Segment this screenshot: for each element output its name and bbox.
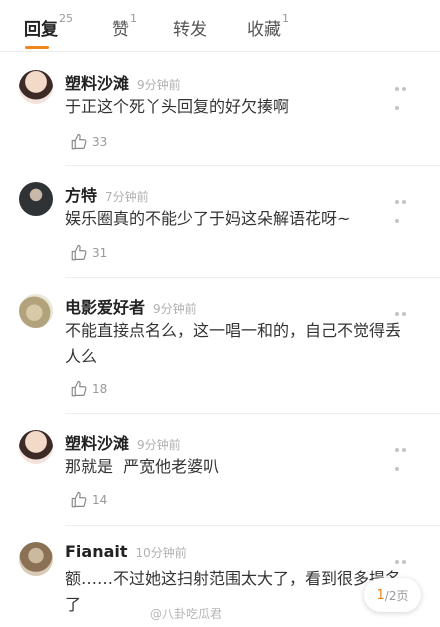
more-options-icon[interactable] <box>395 189 415 223</box>
comment-time: 9分钟前 <box>137 438 181 452</box>
more-options-icon[interactable] <box>395 549 415 583</box>
like-count: 18 <box>92 382 108 396</box>
comment-text: 不能直接点名么，这一唱一和的，自己不觉得丢人么 <box>65 321 402 366</box>
comment-item: 塑料沙滩 9分钟前 于正这个死丫头回复的好欠揍啊 33 <box>0 52 440 166</box>
comment-author[interactable]: Fianait 10分钟前 <box>65 542 187 561</box>
comment-item: 电影爱好者 9分钟前 不能直接点名么，这一唱一和的，自己不觉得丢人么 18 <box>0 278 440 414</box>
more-options-icon[interactable] <box>395 76 415 110</box>
author-name: 方特 <box>65 186 98 205</box>
tab-likes[interactable]: 赞1 <box>112 12 137 40</box>
tab-replies[interactable]: 回复25 <box>24 12 73 40</box>
thumbs-up-icon <box>71 380 87 397</box>
comment-text: 额……不过她这扫射范围太大了，看到很多提名了 <box>65 569 402 614</box>
user-avatar[interactable] <box>19 294 53 328</box>
author-name: 塑料沙滩 <box>65 434 130 453</box>
tab-count: 1 <box>130 12 137 25</box>
comment-author[interactable]: 塑料沙滩 9分钟前 <box>65 430 181 454</box>
watermark: @八卦吃瓜君 <box>150 607 223 621</box>
user-avatar[interactable] <box>19 182 53 216</box>
tab-favorites[interactable]: 收藏1 <box>247 12 289 40</box>
like-count: 33 <box>92 135 108 149</box>
comment-author[interactable]: 方特 7分钟前 <box>65 182 149 206</box>
tab-label: 回复 <box>24 20 58 40</box>
comment-text: 于正这个死丫头回复的好欠揍啊 <box>65 97 290 116</box>
tab-count: 1 <box>282 12 289 25</box>
comment-item: 方特 7分钟前 娱乐圈真的不能少了于妈这朵解语花呀~ 31 <box>0 166 440 278</box>
like-count: 31 <box>92 246 108 260</box>
active-tab-indicator <box>25 46 49 49</box>
comment-item: 塑料沙滩 9分钟前 那就是 严宽他老婆叭 14 <box>0 414 440 526</box>
comment-time: 9分钟前 <box>137 78 181 92</box>
total-pages: /2页 <box>384 588 409 603</box>
comment-text: 那就是 严宽他老婆叭 <box>65 457 220 476</box>
page-indicator[interactable]: 1/2页 <box>364 578 421 612</box>
like-button[interactable]: 33 <box>70 132 107 152</box>
reply-tabs: 回复25 赞1 转发 收藏1 <box>0 0 440 52</box>
author-name: 电影爱好者 <box>65 298 146 317</box>
comment-author[interactable]: 电影爱好者 9分钟前 <box>65 294 197 318</box>
thumbs-up-icon <box>71 133 87 150</box>
comment-time: 9分钟前 <box>153 302 197 316</box>
more-options-icon[interactable] <box>395 437 415 471</box>
tab-reposts[interactable]: 转发 <box>173 15 208 40</box>
like-button[interactable]: 31 <box>70 243 107 263</box>
user-avatar[interactable] <box>19 70 53 104</box>
thumbs-up-icon <box>71 244 87 261</box>
author-name: 塑料沙滩 <box>65 74 130 93</box>
thumbs-up-icon <box>71 491 87 508</box>
tab-count: 25 <box>59 12 73 25</box>
comment-author[interactable]: 塑料沙滩 9分钟前 <box>65 70 181 94</box>
like-button[interactable]: 14 <box>70 490 107 510</box>
tab-label: 赞 <box>112 20 129 40</box>
author-name: Fianait <box>65 542 128 561</box>
user-avatar[interactable] <box>19 542 53 576</box>
like-button[interactable]: 18 <box>70 379 107 399</box>
comment-text: 娱乐圈真的不能少了于妈这朵解语花呀~ <box>65 209 351 228</box>
comment-time: 7分钟前 <box>105 190 149 204</box>
comment-time: 10分钟前 <box>135 546 187 560</box>
tab-label: 收藏 <box>247 20 281 40</box>
current-page: 1 <box>376 587 385 603</box>
tab-label: 转发 <box>173 20 207 40</box>
more-options-icon[interactable] <box>395 301 415 335</box>
like-count: 14 <box>92 493 108 507</box>
user-avatar[interactable] <box>19 430 53 464</box>
